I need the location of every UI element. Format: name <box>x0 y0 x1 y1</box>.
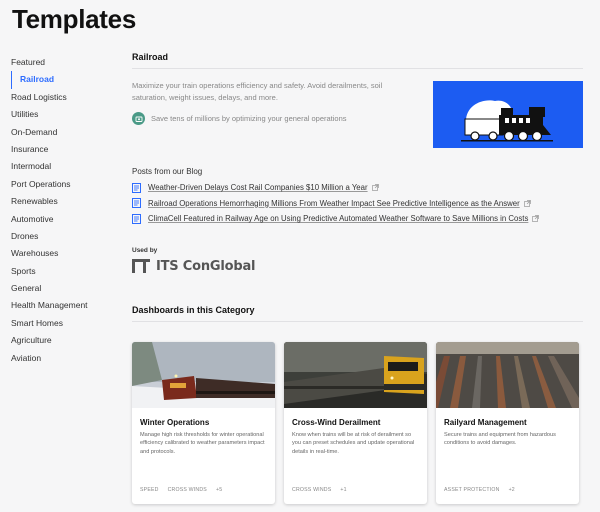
card-tag: +1 <box>340 487 347 493</box>
dashboards-heading: Dashboards in this Category <box>132 305 255 315</box>
company-logo: ITS ConGlobal <box>132 258 256 274</box>
sidebar-item-railroad[interactable]: Railroad <box>11 71 116 89</box>
card-tag: CROSS WINDS <box>292 487 332 493</box>
sidebar-item-general[interactable]: General <box>11 280 116 297</box>
document-icon <box>132 198 141 209</box>
sidebar-item-intermodal[interactable]: Intermodal <box>11 158 116 175</box>
card-title: Railyard Management <box>444 418 527 427</box>
blog-post-link[interactable]: ClimaCell Featured in Railway Age on Usi… <box>148 214 528 223</box>
railyard-image <box>436 342 579 408</box>
sidebar-item-agriculture[interactable]: Agriculture <box>11 332 116 349</box>
sidebar-item-sports[interactable]: Sports <box>11 263 116 280</box>
external-link-icon[interactable] <box>523 199 531 207</box>
card-tags: CROSS WINDS +1 <box>292 487 356 493</box>
sidebar-item-insurance[interactable]: Insurance <box>11 141 116 158</box>
used-by-label: Used by <box>132 247 158 254</box>
savings-text: Save tens of millions by optimizing your… <box>151 114 347 123</box>
category-detail: Railroad Maximize your train operations … <box>132 52 583 322</box>
card-description: Secure trains and equipment from hazardo… <box>444 432 556 447</box>
card-tag: CROSS WINDS <box>167 487 207 493</box>
sidebar-item-featured[interactable]: Featured <box>11 54 116 71</box>
divider <box>132 321 583 322</box>
blog-post-link[interactable]: Weather-Driven Delays Cost Rail Companie… <box>148 183 368 192</box>
its-logo-icon <box>132 259 150 273</box>
card-tag: SPEED <box>140 487 159 493</box>
blog-post-item: Weather-Driven Delays Cost Rail Companie… <box>132 180 539 196</box>
sidebar-item-smart-homes[interactable]: Smart Homes <box>11 315 116 332</box>
card-description: Manage high risk thresholds for winter o… <box>140 432 265 455</box>
blog-list: Weather-Driven Delays Cost Rail Companie… <box>132 180 540 227</box>
sidebar-item-port-operations[interactable]: Port Operations <box>11 176 116 193</box>
dashboards-section: Dashboards in this Category <box>132 305 583 322</box>
savings-icon <box>132 112 145 125</box>
divider <box>132 68 583 69</box>
card-tag: +5 <box>215 487 223 493</box>
dashboard-card-winter-operations[interactable]: Winter Operations Manage high risk thres… <box>132 342 275 504</box>
blog-post-link[interactable]: Railroad Operations Hemorrhaging Million… <box>148 199 520 208</box>
dashboard-card-cross-wind-derailment[interactable]: Cross-Wind Derailment Know when trains w… <box>284 342 427 504</box>
category-sidebar: Featured Railroad Road Logistics Utiliti… <box>11 54 116 367</box>
sidebar-item-on-demand[interactable]: On-Demand <box>11 124 116 141</box>
cross-wind-train-image <box>284 342 427 408</box>
dashboard-cards: Winter Operations Manage high risk thres… <box>132 342 583 512</box>
sidebar-item-renewables[interactable]: Renewables <box>11 193 116 210</box>
category-description: Maximize your train operations efficienc… <box>132 81 383 102</box>
document-icon <box>132 182 141 193</box>
sidebar-item-road-logistics[interactable]: Road Logistics <box>11 89 116 106</box>
card-tag: +2 <box>508 487 515 493</box>
sidebar-item-utilities[interactable]: Utilities <box>11 106 116 123</box>
savings-note: Save tens of millions by optimizing your… <box>132 112 347 125</box>
company-logo-text: ITS ConGlobal <box>156 258 256 274</box>
page-title: Templates <box>12 4 136 34</box>
blog-heading: Posts from our Blog <box>132 167 203 176</box>
sidebar-item-aviation[interactable]: Aviation <box>11 350 116 367</box>
card-description: Know when trains will be at risk of dera… <box>292 432 415 455</box>
card-tags: SPEED CROSS WINDS +5 <box>140 487 231 493</box>
train-illustration-icon <box>461 100 553 142</box>
card-title: Winter Operations <box>140 418 210 427</box>
sidebar-item-warehouses[interactable]: Warehouses <box>11 245 116 262</box>
winter-train-image <box>132 342 275 408</box>
sidebar-item-automotive[interactable]: Automotive <box>11 211 116 228</box>
railroad-hero-image <box>433 81 583 148</box>
blog-post-item: ClimaCell Featured in Railway Age on Usi… <box>132 211 540 227</box>
card-tag: ASSET PROTECTION <box>444 487 500 493</box>
external-link-icon[interactable] <box>532 215 540 223</box>
sidebar-item-health-management[interactable]: Health Management <box>11 297 116 314</box>
document-icon <box>132 213 141 224</box>
sidebar-item-drones[interactable]: Drones <box>11 228 116 245</box>
card-tags: ASSET PROTECTION +2 <box>444 487 524 493</box>
external-link-icon[interactable] <box>371 184 379 192</box>
dashboard-card-railyard-management[interactable]: Railyard Management Secure trains and eq… <box>436 342 579 504</box>
category-title: Railroad <box>132 52 169 62</box>
blog-post-item: Railroad Operations Hemorrhaging Million… <box>132 196 539 212</box>
card-title: Cross-Wind Derailment <box>292 418 381 427</box>
